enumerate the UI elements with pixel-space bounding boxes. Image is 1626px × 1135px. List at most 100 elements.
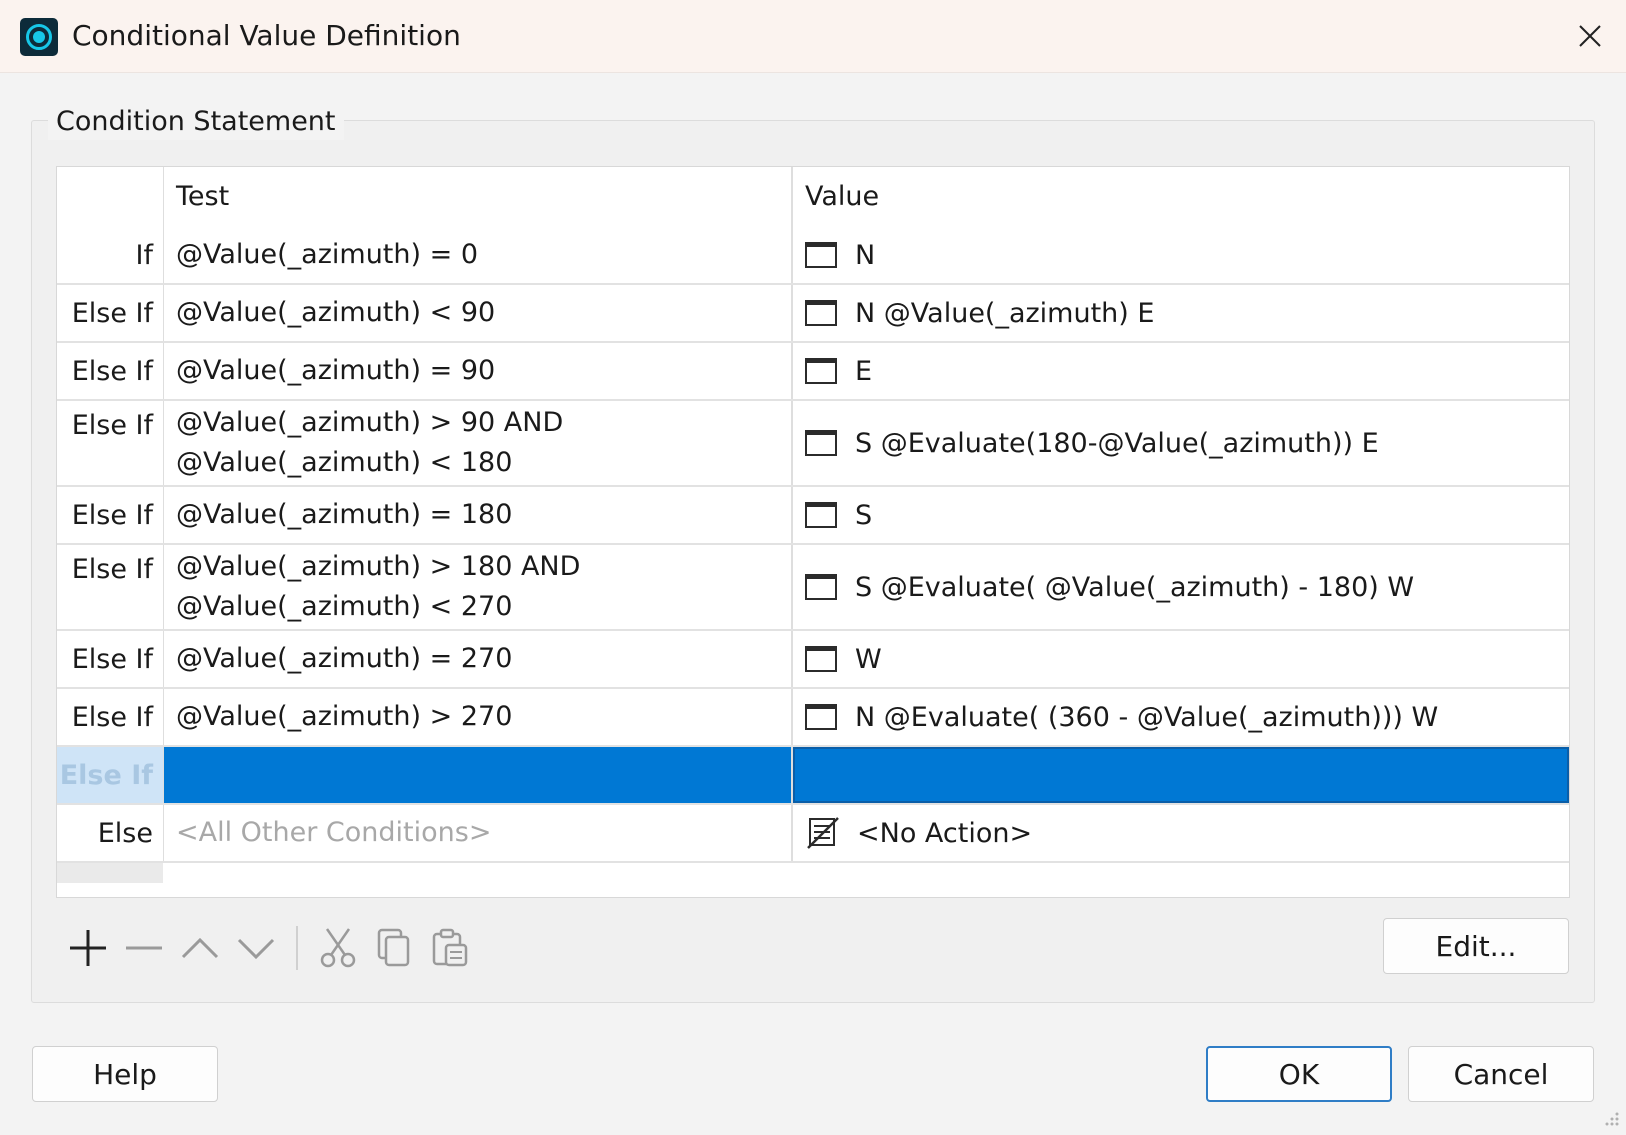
test-line: @Value(_azimuth) > 180 AND: [176, 551, 581, 582]
column-header-value[interactable]: Value: [793, 167, 1569, 227]
add-row-button[interactable]: [60, 918, 116, 978]
table-row-else[interactable]: Else <All Other Conditions> <No Action>: [57, 805, 1569, 863]
table-row[interactable]: Else If @Value(_azimuth) = 180 S: [57, 487, 1569, 545]
value-cell[interactable]: S: [793, 487, 1569, 543]
table-row[interactable]: Else If @Value(_azimuth) > 180 AND @Value(…: [57, 545, 1569, 631]
window-icon: [805, 242, 837, 268]
test-line: @Value(_azimuth) > 90 AND: [176, 407, 564, 438]
test-line: @Value(_azimuth) > 270: [176, 701, 513, 732]
row-keyword-label: Else If: [71, 499, 153, 531]
window-icon: [805, 502, 837, 528]
test-cell[interactable]: [163, 747, 793, 803]
row-keyword: Else If: [57, 285, 163, 341]
remove-icon: [126, 946, 162, 950]
cancel-button[interactable]: Cancel: [1408, 1046, 1594, 1102]
grid-rows: If @Value(_azimuth) = 0 N Else If @Value(_az…: [57, 227, 1569, 883]
value-cell[interactable]: S @Evaluate(180-@Value(_azimuth)) E: [793, 401, 1569, 485]
window-icon: [805, 358, 837, 384]
close-icon: [1579, 25, 1601, 47]
test-line: @Value(_azimuth) = 90: [176, 355, 496, 386]
copy-icon: [377, 928, 410, 967]
resize-grip-icon[interactable]: [1600, 1109, 1620, 1129]
row-keyword-label: Else If: [71, 701, 153, 733]
row-keyword-label: Else If: [71, 554, 153, 585]
value-cell[interactable]: [793, 747, 1569, 803]
ok-button[interactable]: OK: [1206, 1046, 1392, 1102]
test-line: @Value(_azimuth) = 180: [176, 499, 513, 530]
condition-grid[interactable]: Test Value If @Value(_azimuth) = 0 N Else I…: [56, 166, 1570, 898]
row-keyword-label: Else If: [71, 297, 153, 329]
paste-icon: [432, 928, 468, 967]
test-cell[interactable]: @Value(_azimuth) = 0: [163, 227, 793, 283]
test-cell[interactable]: @Value(_azimuth) < 90: [163, 285, 793, 341]
copy-button[interactable]: [366, 918, 422, 978]
test-placeholder: <All Other Conditions>: [176, 817, 492, 848]
value-text: S @Evaluate(180-@Value(_azimuth)) E: [855, 427, 1379, 459]
help-button[interactable]: Help: [32, 1046, 218, 1102]
remove-row-button[interactable]: [116, 918, 172, 978]
value-text: E: [855, 355, 873, 387]
row-keyword-label: Else If: [59, 759, 153, 791]
value-cell[interactable]: <No Action>: [793, 805, 1569, 861]
test-cell[interactable]: <All Other Conditions>: [163, 805, 793, 861]
window-icon: [805, 646, 837, 672]
move-up-icon: [181, 937, 219, 959]
window-icon: [805, 704, 837, 730]
row-keyword-label: Else If: [71, 643, 153, 675]
table-row[interactable]: Else If @Value(_azimuth) < 90 N @Value(_az…: [57, 285, 1569, 343]
toolbar-separator: [296, 926, 298, 970]
table-row[interactable]: Else If @Value(_azimuth) = 90 E: [57, 343, 1569, 401]
value-cell[interactable]: W: [793, 631, 1569, 687]
test-cell[interactable]: @Value(_azimuth) = 270: [163, 631, 793, 687]
test-line: @Value(_azimuth) < 270: [176, 591, 513, 622]
move-down-icon: [237, 938, 275, 960]
value-text: N @Value(_azimuth) E: [855, 297, 1155, 329]
row-keyword: Else If: [57, 631, 163, 687]
grid-toolbar: [60, 918, 480, 978]
paste-button[interactable]: [422, 918, 478, 978]
row-keyword: Else If: [57, 401, 163, 485]
value-cell[interactable]: N @Evaluate( (360 - @Value(_azimuth))) W: [793, 689, 1569, 745]
close-button[interactable]: [1554, 0, 1626, 72]
row-keyword: Else If: [57, 343, 163, 399]
table-row[interactable]: Else If @Value(_azimuth) > 90 AND @Value(_…: [57, 401, 1569, 487]
group-label: Condition Statement: [48, 104, 344, 140]
test-cell[interactable]: @Value(_azimuth) > 270: [163, 689, 793, 745]
test-cell[interactable]: @Value(_azimuth) > 180 AND @Value(_azimut…: [163, 545, 793, 629]
table-row[interactable]: Else If @Value(_azimuth) > 270 N @Evaluate…: [57, 689, 1569, 747]
edit-button[interactable]: Edit...: [1383, 918, 1569, 974]
test-line: @Value(_azimuth) < 180: [176, 447, 513, 478]
value-text: N @Evaluate( (360 - @Value(_azimuth))) W: [855, 701, 1439, 733]
test-cell[interactable]: @Value(_azimuth) > 90 AND @Value(_azimuth…: [163, 401, 793, 485]
test-cell[interactable]: @Value(_azimuth) = 90: [163, 343, 793, 399]
value-cell[interactable]: S @Evaluate( @Value(_azimuth) - 180) W: [793, 545, 1569, 629]
test-line: @Value(_azimuth) < 90: [176, 297, 496, 328]
value-cell[interactable]: N: [793, 227, 1569, 283]
column-header-test[interactable]: Test: [163, 167, 793, 227]
title-bar: Conditional Value Definition: [0, 0, 1626, 73]
no-action-icon: [807, 817, 839, 849]
table-row-new[interactable]: Else If: [57, 747, 1569, 805]
value-text: S: [855, 499, 873, 531]
value-cell[interactable]: E: [793, 343, 1569, 399]
cut-button[interactable]: [310, 918, 366, 978]
table-row[interactable]: Else If @Value(_azimuth) = 270 W: [57, 631, 1569, 689]
value-cell[interactable]: N @Value(_azimuth) E: [793, 285, 1569, 341]
row-keyword: Else: [57, 805, 163, 861]
app-icon: [20, 18, 58, 56]
test-line: @Value(_azimuth) = 270: [176, 643, 513, 674]
row-keyword: Else If: [57, 747, 163, 803]
value-text: W: [855, 643, 882, 675]
row-header-corner: [57, 167, 163, 227]
window-icon: [805, 430, 837, 456]
table-row[interactable]: If @Value(_azimuth) = 0 N: [57, 227, 1569, 285]
row-keyword: Else If: [57, 689, 163, 745]
grid-header: Test Value: [57, 167, 1569, 227]
row-keyword-label: Else If: [71, 410, 153, 441]
row-keyword: Else If: [57, 487, 163, 543]
move-down-button[interactable]: [228, 918, 284, 978]
move-up-button[interactable]: [172, 918, 228, 978]
row-keyword-label: If: [135, 239, 153, 271]
test-cell[interactable]: @Value(_azimuth) = 180: [163, 487, 793, 543]
row-header-filler: [57, 863, 163, 883]
